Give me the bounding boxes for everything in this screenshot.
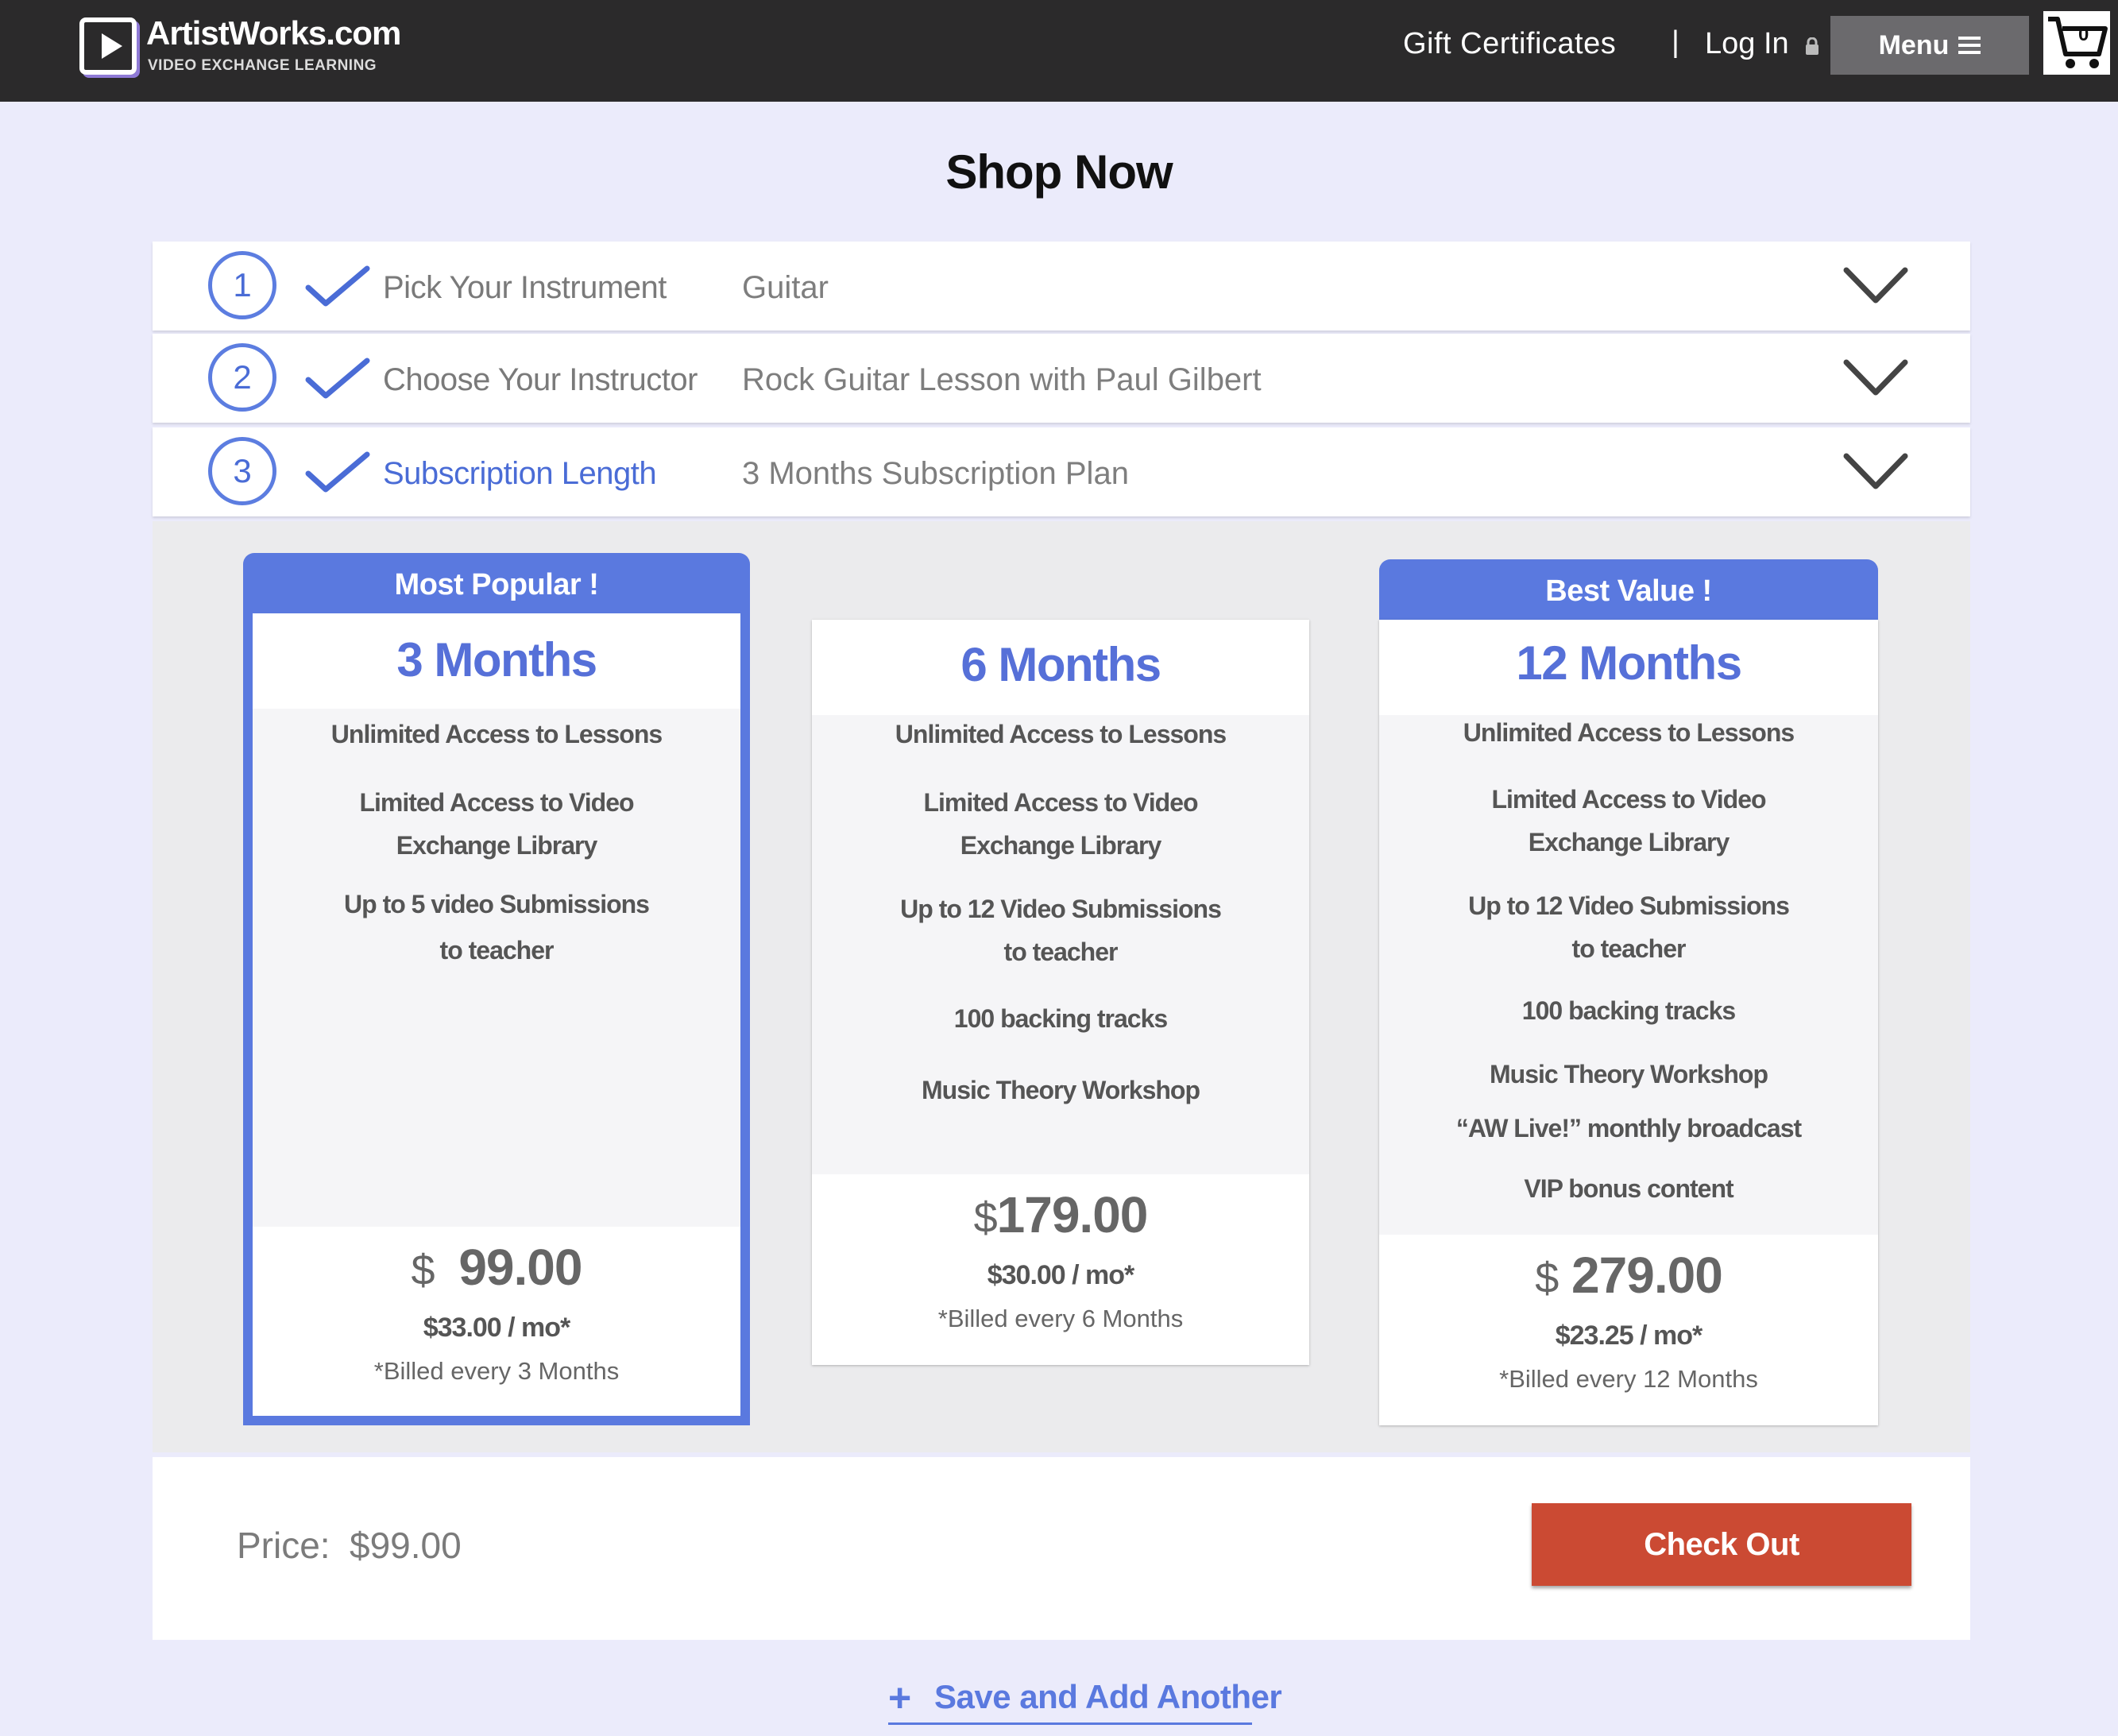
- save-and-add-another-link[interactable]: + Save and Add Another: [888, 1673, 1282, 1725]
- menu-button[interactable]: Menu: [1830, 16, 2029, 75]
- plan-card-body: 12 Months Unlimited Access to Lessons Li…: [1379, 620, 1878, 1425]
- price-amount: 279.00: [1571, 1247, 1723, 1304]
- checkmark-icon: [305, 358, 370, 399]
- price-amount: 179.00: [996, 1186, 1149, 1243]
- plan-title: 12 Months: [1516, 636, 1742, 690]
- plan-card-body: 6 Months Unlimited Access to Lessons Lim…: [812, 620, 1309, 1365]
- plan-feature: 100 backing tracks: [953, 1004, 1168, 1033]
- plan-feature: Up to 12 Video Submissions: [900, 895, 1222, 923]
- step-subscription-length[interactable]: 3 Subscription Length 3 Months Subscript…: [153, 427, 1970, 516]
- plan-price-area: $ 279.00 $23.25 / mo* *Billed every 12 M…: [1379, 1235, 1878, 1425]
- plan-title: 3 Months: [396, 633, 597, 686]
- plan-feature: VIP bonus content: [1524, 1174, 1733, 1203]
- plan-feature: to teacher: [439, 936, 555, 965]
- checkmark-icon: [305, 265, 370, 307]
- plan-price-per-month: $33.00 / mo*: [423, 1313, 571, 1343]
- checkmark-icon: [305, 451, 370, 493]
- step-value: 3 Months Subscription Plan: [742, 456, 1129, 491]
- artistworks-logo[interactable]: ArtistWorks.com VIDEO EXCHANGE LEARNING: [79, 14, 401, 86]
- cart-button[interactable]: 0: [2043, 11, 2110, 75]
- plan-feature: Limited Access to Video: [923, 788, 1198, 817]
- plan-card-body: 3 Months Unlimited Access to Lessons Lim…: [243, 613, 750, 1425]
- logo-tagline: VIDEO EXCHANGE LEARNING: [148, 57, 377, 74]
- currency-symbol: $: [973, 1194, 998, 1242]
- plan-feature: Up to 12 Video Submissions: [1468, 891, 1790, 920]
- plan-billing-note: *Billed every 6 Months: [937, 1305, 1184, 1332]
- price-amount: 99.00: [458, 1239, 582, 1296]
- link-underline: [888, 1722, 1252, 1725]
- step-number: 1: [208, 251, 276, 319]
- plan-feature: Limited Access to Video: [1491, 785, 1766, 814]
- plan-title: 6 Months: [960, 638, 1161, 691]
- plus-icon: +: [888, 1676, 911, 1720]
- hamburger-icon: [1958, 37, 1981, 54]
- plan-card-3-months[interactable]: Most Popular ! 3 Months Unlimited Access…: [243, 553, 750, 1459]
- top-navigation-bar: ArtistWorks.com VIDEO EXCHANGE LEARNING …: [0, 0, 2118, 102]
- step-choose-instructor[interactable]: 2 Choose Your Instructor Rock Guitar Les…: [153, 334, 1970, 423]
- step-label: Subscription Length: [383, 456, 657, 491]
- nav-separator: |: [1672, 25, 1679, 59]
- chevron-down-icon[interactable]: [1843, 358, 1908, 399]
- plans-area: Most Popular ! 3 Months Unlimited Access…: [153, 521, 1970, 1452]
- plan-price-per-month: $23.25 / mo*: [1555, 1320, 1703, 1351]
- plan-feature: Music Theory Workshop: [921, 1076, 1200, 1104]
- most-popular-badge: Most Popular !: [243, 553, 750, 617]
- plan-feature: Unlimited Access to Lessons: [1463, 718, 1795, 747]
- currency-symbol: $: [1535, 1255, 1559, 1302]
- page-title: Shop Now: [945, 145, 1173, 199]
- plan-feature: Exchange Library: [1528, 828, 1730, 856]
- plan-billing-note: *Billed every 12 Months: [1499, 1365, 1758, 1393]
- checkout-bar: Price: $99.00 Check Out: [153, 1457, 1970, 1640]
- plan-card-12-months[interactable]: Best Value ! 12 Months Unlimited Access …: [1379, 559, 1878, 1465]
- plan-price-per-month: $30.00 / mo*: [987, 1260, 1135, 1290]
- lock-icon: [1806, 37, 1819, 55]
- cart-count: 0: [2078, 24, 2089, 45]
- plan-card-6-months[interactable]: 6 Months Unlimited Access to Lessons Lim…: [812, 620, 1309, 1525]
- gift-certificates-link[interactable]: Gift Certificates: [1403, 27, 1616, 61]
- total-price: $99.00: [350, 1525, 462, 1566]
- plan-billing-note: *Billed every 3 Months: [373, 1357, 620, 1385]
- price-label: Price:: [237, 1525, 330, 1566]
- plan-feature: Unlimited Access to Lessons: [330, 720, 663, 748]
- step-number: 3: [208, 437, 276, 505]
- logo-name: ArtistWorks.com: [146, 14, 401, 52]
- plan-feature: Exchange Library: [960, 831, 1162, 860]
- plan-price: $ 279.00: [1379, 1246, 1878, 1305]
- step-label: Pick Your Instrument: [383, 270, 667, 305]
- log-in-label: Log In: [1705, 27, 1789, 60]
- chevron-down-icon[interactable]: [1843, 265, 1908, 307]
- shopping-cart-icon: [2048, 17, 2108, 68]
- plan-feature: Exchange Library: [396, 831, 598, 860]
- menu-label: Menu: [1878, 29, 1950, 60]
- plan-feature: to teacher: [1571, 934, 1687, 963]
- step-label: Choose Your Instructor: [383, 362, 698, 397]
- plan-price: $ 99.00: [253, 1238, 740, 1297]
- step-pick-instrument[interactable]: 1 Pick Your Instrument Guitar: [153, 242, 1970, 331]
- save-and-add-another-label: Save and Add Another: [934, 1678, 1282, 1715]
- plan-price-area: $ 99.00 $33.00 / mo* *Billed every 3 Mon…: [253, 1227, 740, 1416]
- plan-feature: 100 backing tracks: [1521, 996, 1736, 1025]
- step-number: 2: [208, 343, 276, 412]
- plan-price-area: $179.00 $30.00 / mo* *Billed every 6 Mon…: [812, 1174, 1309, 1365]
- step-value: Guitar: [742, 270, 829, 305]
- plan-feature: Up to 5 video Submissions: [344, 890, 650, 918]
- log-in-link[interactable]: Log In: [1705, 27, 1819, 61]
- plan-feature: “AW Live!” monthly broadcast: [1455, 1114, 1802, 1143]
- plan-feature: Unlimited Access to Lessons: [895, 720, 1227, 748]
- step-value: Rock Guitar Lesson with Paul Gilbert: [742, 362, 1262, 397]
- play-logo-icon: [79, 17, 137, 75]
- best-value-badge: Best Value !: [1379, 559, 1878, 623]
- plan-price: $179.00: [812, 1185, 1309, 1244]
- plan-feature: Music Theory Workshop: [1489, 1060, 1768, 1088]
- chevron-down-icon[interactable]: [1843, 451, 1908, 493]
- plan-feature: to teacher: [1003, 938, 1119, 966]
- check-out-button[interactable]: Check Out: [1532, 1503, 1911, 1586]
- currency-symbol: $: [411, 1247, 435, 1294]
- plan-feature: Limited Access to Video: [359, 788, 634, 817]
